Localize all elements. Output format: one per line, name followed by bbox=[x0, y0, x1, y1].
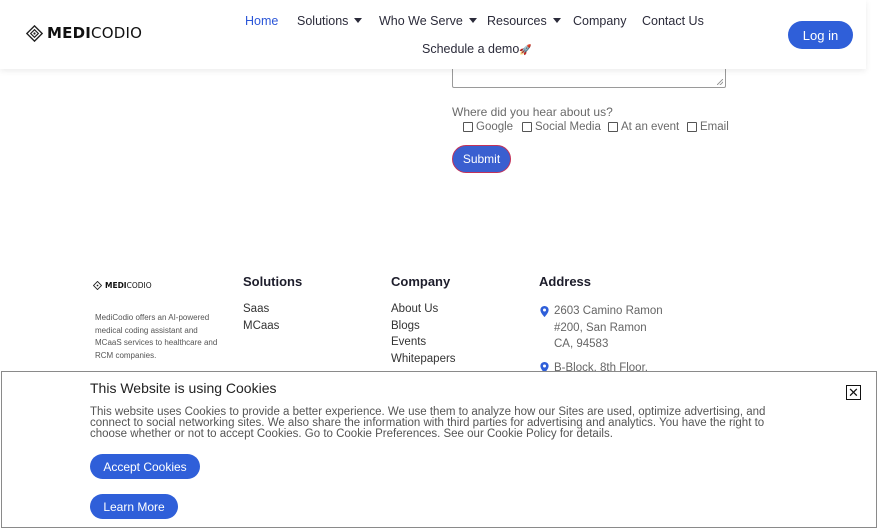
footer-description: MediCodio offers an AI-powered medical c… bbox=[95, 313, 218, 360]
accept-cookies-button[interactable]: Accept Cookies bbox=[90, 454, 200, 479]
nav-company[interactable]: Company bbox=[573, 14, 627, 28]
address-line: 2603 Camino Ramon bbox=[554, 305, 663, 317]
address-block: 2603 Camino Ramon #200, San Ramon CA, 94… bbox=[554, 303, 663, 353]
site-header: MEDICODIO Home Solutions Who We Serve Re… bbox=[0, 0, 866, 69]
footer-logo[interactable]: MEDICODIO bbox=[93, 281, 152, 290]
submit-button[interactable]: Submit bbox=[452, 145, 511, 173]
resize-handle-icon[interactable] bbox=[717, 79, 723, 85]
email-checkbox[interactable] bbox=[687, 122, 697, 132]
option-google[interactable]: Google bbox=[463, 121, 513, 133]
option-label: Email bbox=[700, 121, 729, 133]
option-social-media[interactable]: Social Media bbox=[522, 121, 601, 133]
cookie-banner: This Website is using Cookies ✕ This web… bbox=[1, 371, 877, 528]
chevron-down-icon bbox=[552, 18, 561, 23]
footer-link-saas[interactable]: Saas bbox=[243, 303, 269, 315]
option-label: At an event bbox=[621, 121, 680, 133]
nav-schedule-demo[interactable]: Schedule a demo🚀 bbox=[422, 42, 532, 56]
nav-contact-us[interactable]: Contact Us bbox=[642, 14, 704, 28]
footer-link-whitepapers[interactable]: Whitepapers bbox=[391, 353, 456, 365]
nav-who-we-serve[interactable]: Who We Serve bbox=[379, 14, 477, 28]
logo-icon bbox=[26, 24, 43, 42]
footer-link-mcaas[interactable]: MCaas bbox=[243, 320, 279, 332]
option-email[interactable]: Email bbox=[687, 121, 729, 133]
google-checkbox[interactable] bbox=[463, 122, 473, 132]
option-label: Google bbox=[476, 121, 514, 133]
option-at-event[interactable]: At an event bbox=[608, 121, 679, 133]
footer-address-heading: Address bbox=[539, 274, 592, 289]
chevron-down-icon bbox=[468, 18, 477, 23]
nav-resources[interactable]: Resources bbox=[487, 14, 561, 28]
header-logo[interactable]: MEDICODIO bbox=[26, 24, 142, 42]
location-pin-icon bbox=[540, 306, 549, 317]
cookie-title: This Website is using Cookies bbox=[90, 380, 277, 396]
footer-company-heading: Company bbox=[391, 274, 451, 289]
login-button[interactable]: Log in bbox=[788, 21, 853, 49]
logo-icon bbox=[93, 281, 102, 290]
footer-logo-wordmark: MEDICODIO bbox=[105, 281, 152, 290]
chevron-down-icon bbox=[354, 18, 363, 23]
footer-link-events[interactable]: Events bbox=[391, 336, 426, 348]
address-line: CA, 94583 bbox=[554, 338, 609, 350]
cookie-description: This website uses Cookies to provide a b… bbox=[90, 406, 766, 440]
social-media-checkbox[interactable] bbox=[522, 122, 532, 132]
logo-wordmark: MEDICODIO bbox=[47, 24, 143, 42]
at-event-checkbox[interactable] bbox=[608, 122, 618, 132]
option-label: Social Media bbox=[535, 121, 601, 133]
footer-solutions-heading: Solutions bbox=[243, 274, 303, 289]
rocket-icon: 🚀 bbox=[519, 45, 532, 56]
footer-link-blogs[interactable]: Blogs bbox=[391, 320, 420, 332]
footer-link-about[interactable]: About Us bbox=[391, 303, 438, 315]
close-icon[interactable]: ✕ bbox=[846, 385, 861, 400]
nav-home[interactable]: Home bbox=[245, 14, 278, 28]
nav-solutions[interactable]: Solutions bbox=[297, 14, 363, 28]
learn-more-button[interactable]: Learn More bbox=[90, 494, 178, 519]
hear-about-label: Where did you hear about us? bbox=[452, 105, 613, 119]
address-line: #200, San Ramon bbox=[554, 321, 647, 334]
